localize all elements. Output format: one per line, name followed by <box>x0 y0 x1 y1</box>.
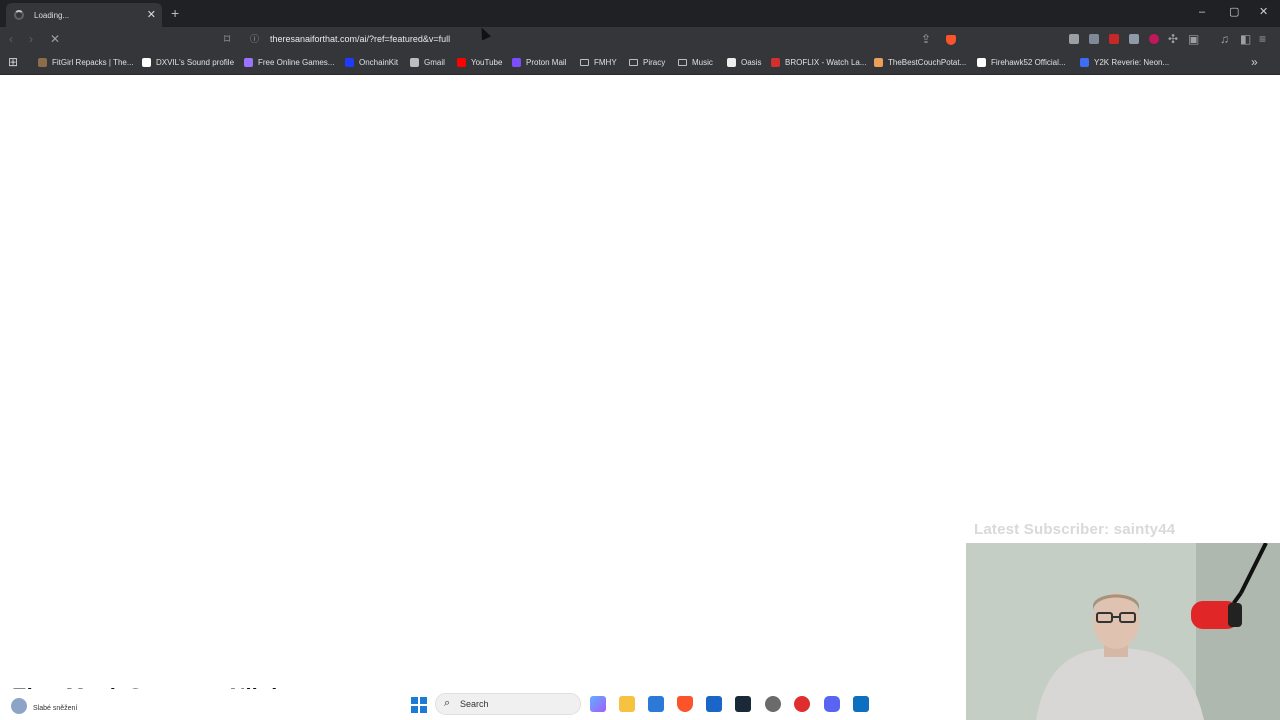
weather-icon[interactable] <box>11 698 27 714</box>
menu-icon[interactable]: ≡ <box>1259 33 1266 45</box>
sidebar-icon[interactable]: ◧ <box>1240 33 1251 45</box>
favicon-icon <box>38 58 47 67</box>
maximize-button[interactable]: ▢ <box>1229 6 1239 18</box>
bookmark-label: Free Online Games... <box>258 58 335 67</box>
bookmark-label: Firehawk52 Official... <box>991 58 1066 67</box>
bookmark-item[interactable]: Proton Mail <box>512 58 566 67</box>
site-info-icon[interactable]: ⓘ <box>250 33 259 45</box>
bookmark-label: BROFLIX - Watch La... <box>785 58 867 67</box>
bookmark-label: YouTube <box>471 58 503 67</box>
more-bookmarks-icon[interactable]: » <box>1251 56 1258 68</box>
folder-icon <box>629 59 638 66</box>
bookmarks-bar: ⊞ FitGirl Repacks | The... DXVIL's Sound … <box>0 52 1280 75</box>
extension-icon[interactable] <box>1069 34 1079 44</box>
media-player-icon[interactable] <box>794 696 810 712</box>
favicon-icon <box>727 58 736 67</box>
tab-title: Loading... <box>34 10 70 20</box>
bookmark-item[interactable]: OnchainKit <box>345 58 398 67</box>
address-bar[interactable]: ⓘ theresanaiforthat.com/ai/?ref=featured… <box>243 29 963 50</box>
favicon-icon <box>977 58 986 67</box>
back-icon[interactable]: ‹ <box>9 33 13 45</box>
bookmark-item[interactable]: Oasis <box>727 58 761 67</box>
window-close-button[interactable]: ✕ <box>1259 6 1268 18</box>
start-button[interactable] <box>411 697 427 713</box>
bookmark-label: Music <box>692 58 713 67</box>
bookmark-folder[interactable]: FMHY <box>580 58 617 67</box>
tab-search-icon[interactable]: ▣ <box>1188 33 1199 45</box>
bookmark-label: Piracy <box>643 58 666 67</box>
tab-close-icon[interactable]: ✕ <box>147 9 156 21</box>
windows-taskbar: Slabé sněžení ⌕ Search <box>0 689 966 720</box>
bookmark-item[interactable]: YouTube <box>457 58 502 67</box>
webcam-overlay <box>966 543 1280 720</box>
file-explorer-icon[interactable] <box>619 696 635 712</box>
active-tab[interactable]: Loading... ✕ <box>6 3 162 27</box>
brave-shields-icon[interactable] <box>946 35 956 45</box>
favicon-icon <box>345 58 354 67</box>
title-bar: Loading... ✕ + – ▢ ✕ <box>0 0 1280 27</box>
bookmark-label: OnchainKit <box>359 58 399 67</box>
app-icon[interactable] <box>765 696 781 712</box>
search-icon: ⌕ <box>444 697 451 709</box>
bookmark-label: DXVIL's Sound profile <box>156 58 235 67</box>
share-icon[interactable]: ⇪ <box>921 33 931 45</box>
browser-toolbar: ‹ › ✕ ⌑ ⓘ theresanaiforthat.com/ai/?ref=… <box>0 27 1280 52</box>
favicon-icon <box>410 58 419 67</box>
mail-icon[interactable] <box>706 696 722 712</box>
bookmark-item[interactable]: BROFLIX - Watch La... <box>771 58 867 67</box>
new-tab-button[interactable]: + <box>171 6 179 20</box>
forward-icon[interactable]: › <box>29 33 33 45</box>
bookmark-label: Y2K Reverie: Neon... <box>1094 58 1170 67</box>
favicon-icon <box>457 58 466 67</box>
favicon-icon <box>512 58 521 67</box>
folder-icon <box>678 59 687 66</box>
extension-icon[interactable] <box>1089 34 1099 44</box>
copilot-icon[interactable] <box>590 696 606 712</box>
weather-text[interactable]: Slabé sněžení <box>33 705 77 712</box>
bookmark-label: FitGirl Repacks | The... <box>52 58 134 67</box>
latest-subscriber-banner: Latest Subscriber: sainty44 <box>974 521 1176 538</box>
bookmark-item[interactable]: Free Online Games... <box>244 58 334 67</box>
favicon-icon <box>874 58 883 67</box>
bookmark-item[interactable]: TheBestCouchPotat... <box>874 58 966 67</box>
vscode-icon[interactable] <box>853 696 869 712</box>
extension-icon[interactable] <box>1149 34 1159 44</box>
bookmark-icon[interactable]: ⌑ <box>224 33 230 45</box>
bookmark-label: Gmail <box>424 58 445 67</box>
bookmark-item[interactable]: Y2K Reverie: Neon... <box>1080 58 1169 67</box>
bookmark-label: Proton Mail <box>526 58 567 67</box>
bookmark-item[interactable]: Gmail <box>410 58 445 67</box>
brave-browser-icon[interactable] <box>677 696 693 712</box>
favicon-icon <box>771 58 780 67</box>
folder-icon <box>580 59 589 66</box>
discord-icon[interactable] <box>824 696 840 712</box>
bookmark-folder[interactable]: Piracy <box>629 58 665 67</box>
bookmark-folder[interactable]: Music <box>678 58 713 67</box>
webcam-image <box>966 543 1280 720</box>
apps-grid-icon[interactable]: ⊞ <box>8 56 18 68</box>
search-label: Search <box>460 699 489 709</box>
url-text[interactable]: theresanaiforthat.com/ai/?ref=featured&v… <box>270 34 450 44</box>
minimize-button[interactable]: – <box>1199 6 1205 18</box>
taskbar-search[interactable]: ⌕ Search <box>435 693 581 715</box>
bookmark-item[interactable]: DXVIL's Sound profile <box>142 58 234 67</box>
bookmark-label: TheBestCouchPotat... <box>888 58 967 67</box>
bookmark-label: Oasis <box>741 58 762 67</box>
bookmark-label: FMHY <box>594 58 617 67</box>
extensions-puzzle-icon[interactable]: ✣ <box>1168 33 1178 45</box>
bookmark-item[interactable]: Firehawk52 Official... <box>977 58 1066 67</box>
favicon-icon <box>1080 58 1089 67</box>
extension-icon[interactable] <box>1129 34 1139 44</box>
ublock-icon[interactable] <box>1109 34 1119 44</box>
favicon-icon <box>142 58 151 67</box>
stop-loading-icon[interactable]: ✕ <box>50 33 60 45</box>
favicon-icon <box>244 58 253 67</box>
media-icon[interactable]: ♫ <box>1220 33 1229 45</box>
bookmark-item[interactable]: FitGirl Repacks | The... <box>38 58 134 67</box>
loading-spinner-icon <box>14 10 24 20</box>
microsoft-store-icon[interactable] <box>648 696 664 712</box>
steam-icon[interactable] <box>735 696 751 712</box>
